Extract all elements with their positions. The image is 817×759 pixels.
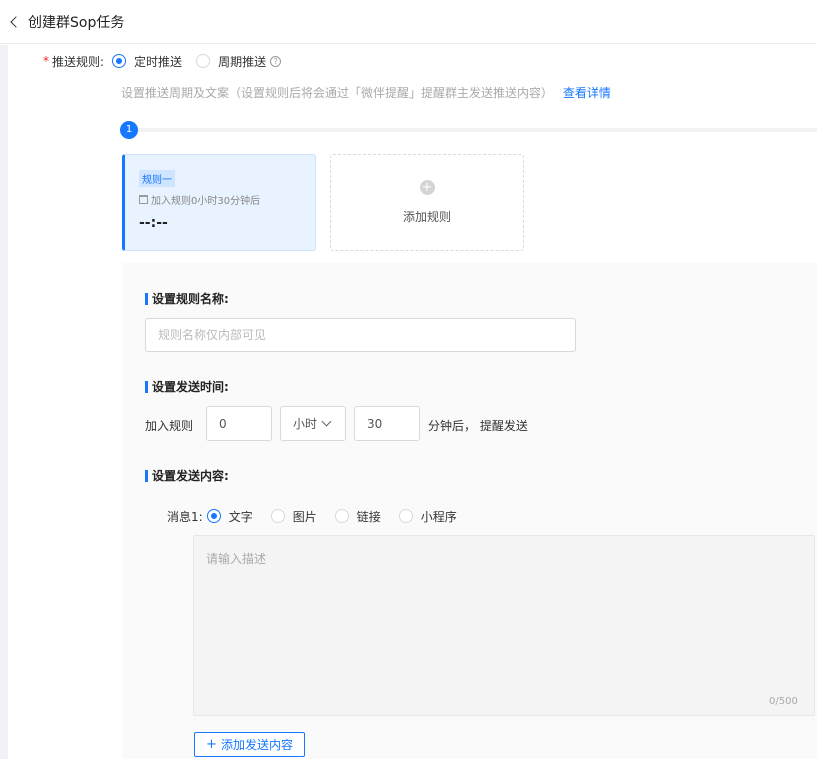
section-title-send-content: 设置发送内容: xyxy=(145,467,229,484)
left-rail xyxy=(0,45,8,759)
character-counter: 0/500 xyxy=(769,696,798,707)
rule-name-input[interactable] xyxy=(145,318,576,352)
calendar-icon xyxy=(139,195,148,204)
radio-checked-icon[interactable] xyxy=(206,509,221,523)
hours-input[interactable]: 0 xyxy=(206,406,272,441)
radio-checked-icon[interactable] xyxy=(112,54,127,68)
radio-unchecked-icon[interactable] xyxy=(270,509,285,523)
send-reminder-suffix: 分钟后， 提醒发送 xyxy=(428,419,528,433)
description-text: 设置推送周期及文案（设置规则后将会通过「微伴提醒」提醒群主发送推送内容） xyxy=(121,86,554,100)
radio-scheduled-push[interactable]: 定时推送 xyxy=(112,53,182,70)
add-send-content-label: 添加发送内容 xyxy=(220,738,293,752)
back-arrow-icon[interactable] xyxy=(10,15,22,28)
step-number-badge: 1 xyxy=(120,121,138,139)
radio-periodic-push-label: 周期推送 xyxy=(218,54,267,69)
time-unit-select[interactable]: 小时 xyxy=(280,406,346,441)
push-rule-row: * 推送规则: 定时推送 周期推送 ? xyxy=(43,52,295,70)
rule-subtitle: 加入规则0小时30分钟后 xyxy=(139,192,301,207)
radio-scheduled-push-label: 定时推送 xyxy=(134,54,183,69)
radio-link-label: 链接 xyxy=(356,509,381,524)
required-mark: * xyxy=(43,54,49,68)
section-title-rule-name: 设置规则名称: xyxy=(145,290,229,307)
view-details-link[interactable]: 查看详情 xyxy=(563,86,611,100)
push-rule-description: 设置推送周期及文案（设置规则后将会通过「微伴提醒」提醒群主发送推送内容） 查看详… xyxy=(121,84,611,101)
page-header: 创建群Sop任务 xyxy=(0,0,817,44)
radio-text-label: 文字 xyxy=(228,509,253,524)
plus-circle-icon: + xyxy=(419,180,435,195)
question-circle-icon[interactable]: ? xyxy=(270,55,282,67)
minutes-value: 30 xyxy=(367,416,383,431)
radio-miniprogram-type[interactable]: 小程序 xyxy=(398,508,457,525)
time-unit-value: 小时 xyxy=(293,417,318,431)
radio-unchecked-icon[interactable] xyxy=(398,509,413,523)
rule-card-selected[interactable]: 规则一 加入规则0小时30分钟后 --:-- xyxy=(122,154,316,251)
radio-image-label: 图片 xyxy=(292,509,317,524)
add-rule-label: 添加规则 xyxy=(402,210,451,224)
plus-icon: + xyxy=(206,737,217,752)
rule-subtitle-text: 加入规则0小时30分钟后 xyxy=(151,196,261,207)
message-label: 消息1: xyxy=(167,509,203,524)
push-rule-label: 推送规则: xyxy=(52,54,105,69)
radio-unchecked-icon[interactable] xyxy=(196,54,211,68)
radio-text-type[interactable]: 文字 xyxy=(206,508,253,525)
join-rule-label: 加入规则 xyxy=(145,419,194,433)
content-description-textarea[interactable] xyxy=(193,535,815,716)
radio-miniprogram-label: 小程序 xyxy=(420,509,457,524)
hours-value: 0 xyxy=(219,416,227,431)
radio-link-type[interactable]: 链接 xyxy=(334,508,381,525)
page-title: 创建群Sop任务 xyxy=(28,14,125,31)
step-track xyxy=(121,128,817,132)
radio-periodic-push[interactable]: 周期推送 ? xyxy=(196,53,282,70)
section-title-send-time: 设置发送时间: xyxy=(145,378,229,395)
add-send-content-button[interactable]: + 添加发送内容 xyxy=(194,732,305,757)
message-type-row: 消息1: 文字 图片 链接 小程序 xyxy=(167,508,475,524)
add-rule-button[interactable]: + 添加规则 xyxy=(330,154,524,251)
chevron-down-icon xyxy=(321,416,332,427)
radio-image-type[interactable]: 图片 xyxy=(270,508,317,525)
rule-time: --:-- xyxy=(139,215,168,231)
radio-unchecked-icon[interactable] xyxy=(334,509,349,523)
minutes-input[interactable]: 30 xyxy=(354,406,420,441)
rule-tag: 规则一 xyxy=(139,170,175,187)
